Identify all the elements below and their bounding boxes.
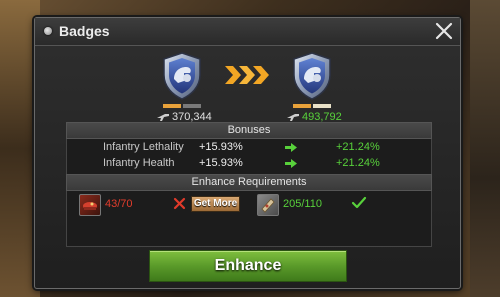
requirement-item-2[interactable] bbox=[257, 194, 279, 216]
current-level-bar-empty bbox=[183, 104, 201, 108]
dialog-title: Badges bbox=[59, 23, 110, 39]
enhance-button[interactable]: Enhance bbox=[149, 250, 347, 282]
title-bar: Badges bbox=[35, 18, 460, 46]
close-button[interactable] bbox=[433, 20, 455, 42]
arrow-right-icon bbox=[285, 143, 297, 152]
requirement-item-1-count: 43/70 bbox=[105, 198, 133, 210]
current-badge-icon bbox=[160, 51, 204, 101]
next-level-bar-filled bbox=[293, 104, 311, 108]
bonus-current-lethality: +15.93% bbox=[199, 141, 243, 153]
bonus-next-health: +21.24% bbox=[336, 157, 380, 169]
title-dot-icon bbox=[44, 27, 52, 35]
checkmark-icon bbox=[351, 196, 367, 209]
bonus-next-lethality: +21.24% bbox=[336, 141, 380, 153]
requirements-header: Enhance Requirements bbox=[66, 174, 432, 191]
next-badge-icon bbox=[290, 51, 334, 101]
arrow-right-icon bbox=[285, 159, 297, 168]
scroll-icon bbox=[261, 198, 275, 213]
current-level-bar-filled bbox=[163, 104, 181, 108]
background-right bbox=[470, 0, 500, 297]
upgrade-arrows-icon bbox=[225, 66, 269, 84]
close-icon bbox=[435, 22, 453, 40]
bonuses-header: Bonuses bbox=[66, 122, 432, 139]
next-level-bar-new bbox=[313, 104, 331, 108]
bonus-label-health: Infantry Health bbox=[103, 157, 175, 169]
requirement-item-1[interactable] bbox=[79, 194, 101, 216]
bonus-label-lethality: Infantry Lethality bbox=[103, 141, 184, 153]
rifle-icon bbox=[157, 114, 169, 122]
rifle-icon bbox=[287, 114, 299, 122]
get-more-button[interactable]: Get More bbox=[191, 196, 240, 212]
bonus-current-health: +15.93% bbox=[199, 157, 243, 169]
beret-icon bbox=[83, 202, 97, 210]
badges-dialog: Badges 370,344 493,792 Bonuses Infantry … bbox=[34, 17, 461, 289]
cross-icon bbox=[173, 197, 186, 210]
requirement-item-2-count: 205/110 bbox=[283, 198, 322, 210]
